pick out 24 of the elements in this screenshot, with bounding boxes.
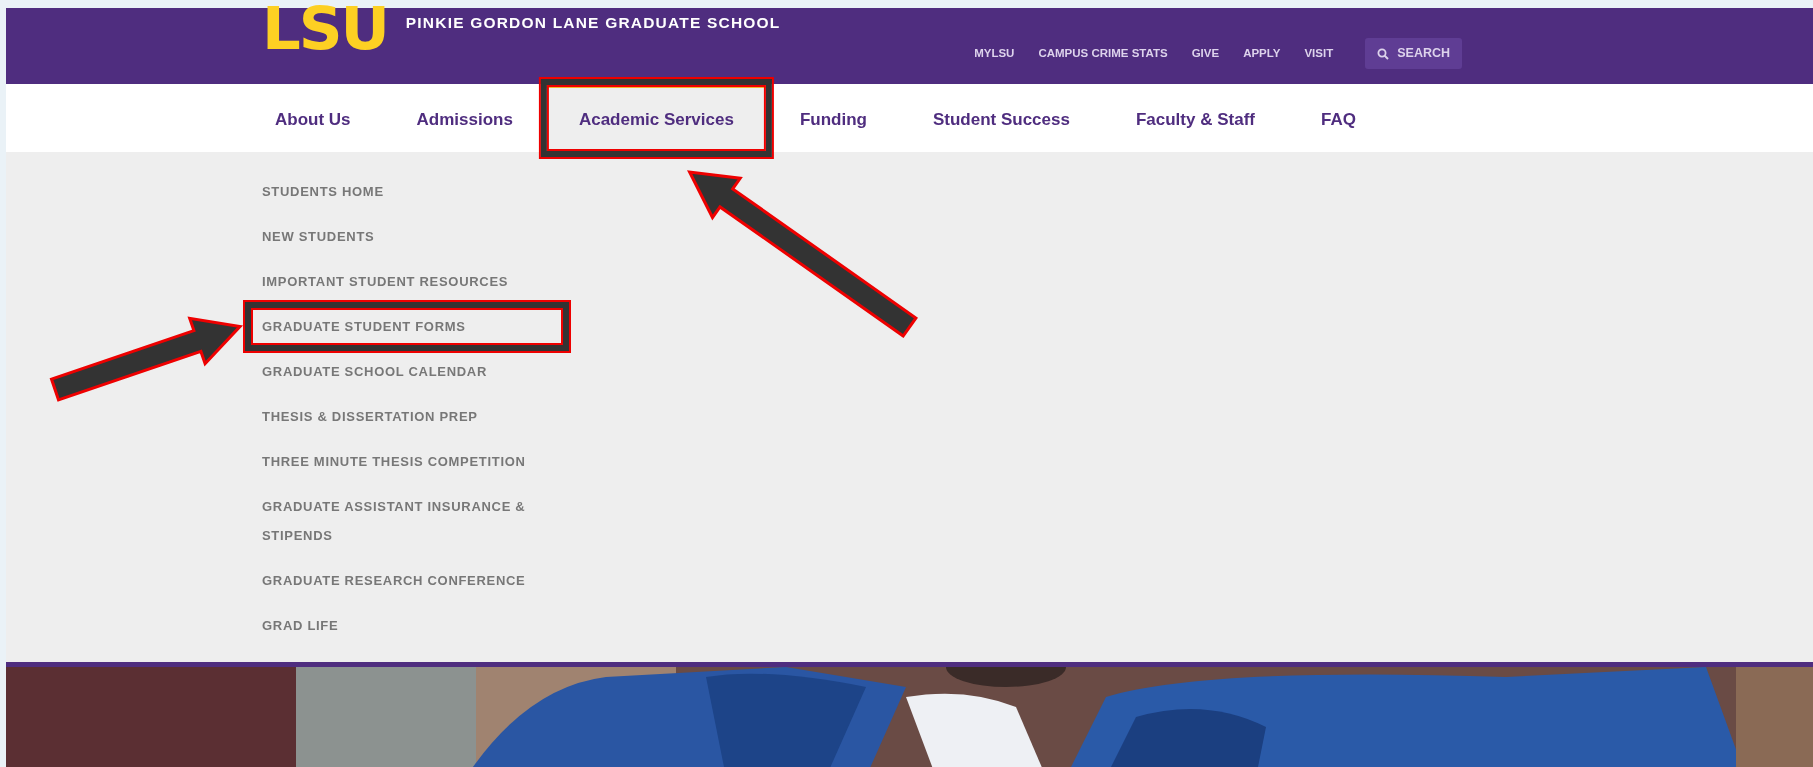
utility-link[interactable]: VISIT bbox=[1304, 45, 1334, 63]
nav-tab[interactable]: Student Success bbox=[899, 84, 1103, 152]
utility-link[interactable]: CAMPUS CRIME STATS bbox=[1038, 45, 1168, 63]
menu-link[interactable]: STUDENTS HOME bbox=[262, 169, 552, 214]
menu-link[interactable]: GRAD LIFE bbox=[262, 603, 552, 648]
nav-tab[interactable]: About Us bbox=[242, 84, 384, 152]
menu-link[interactable]: NEW STUDENTS bbox=[262, 214, 552, 259]
menu-link[interactable]: GRADUATE ASSISTANT INSURANCE & STIPENDS bbox=[262, 484, 552, 558]
nav-tab[interactable]: Admissions bbox=[383, 84, 546, 152]
search-button[interactable]: SEARCH bbox=[1365, 38, 1462, 69]
nav-tab[interactable]: Faculty & Staff bbox=[1102, 84, 1288, 152]
utility-link[interactable]: GIVE bbox=[1191, 45, 1220, 63]
nav-tab[interactable]: Funding bbox=[766, 84, 900, 152]
nav-tab[interactable]: FAQ bbox=[1287, 84, 1389, 152]
menu-link[interactable]: GRADUATE SCHOOL CALENDAR bbox=[262, 349, 552, 394]
menu-link[interactable]: THESIS & DISSERTATION PREP bbox=[262, 394, 552, 439]
utility-link[interactable]: APPLY bbox=[1243, 45, 1281, 63]
menu-link[interactable]: GRADUATE RESEARCH CONFERENCE bbox=[262, 558, 552, 603]
menu-link[interactable]: THREE MINUTE THESIS COMPETITION bbox=[262, 439, 552, 484]
menu-link[interactable]: IMPORTANT STUDENT RESOURCES bbox=[262, 259, 552, 304]
school-title: PINKIE GORDON LANE GRADUATE SCHOOL bbox=[405, 13, 782, 33]
search-icon bbox=[1377, 47, 1390, 60]
utility-link[interactable]: MYLSU bbox=[974, 45, 1015, 63]
logo[interactable]: LSU bbox=[262, 4, 388, 69]
